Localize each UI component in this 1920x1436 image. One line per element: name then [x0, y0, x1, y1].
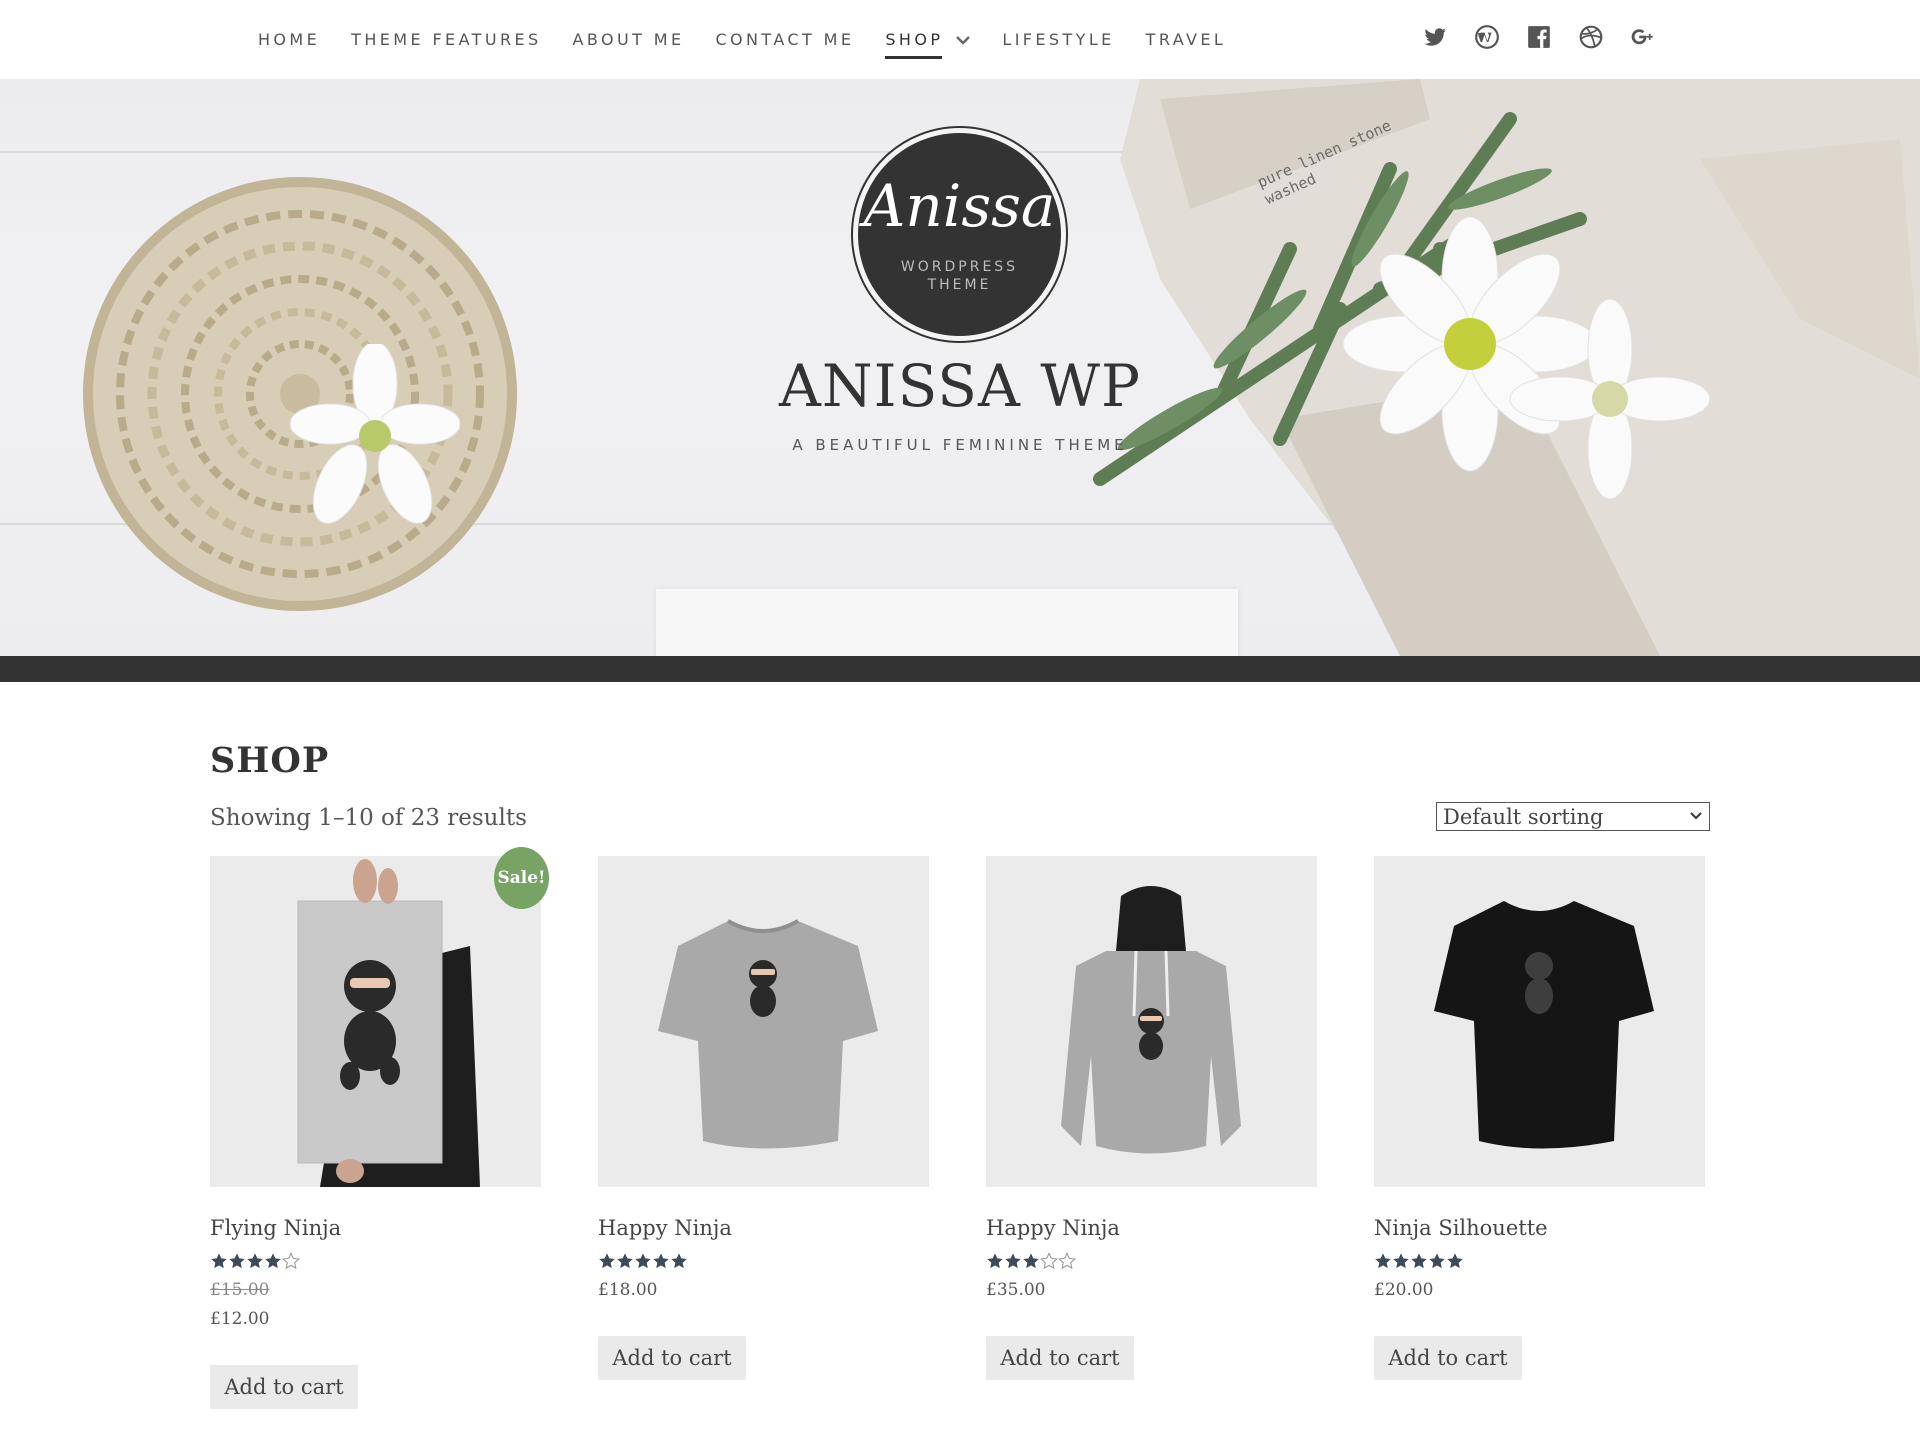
- black-tshirt-image: [1374, 856, 1705, 1187]
- nav-item-label: CONTACT ME: [715, 30, 855, 49]
- logo-subtitle: WORDPRESS THEME: [858, 258, 1061, 294]
- wordpress-icon[interactable]: [1472, 22, 1502, 52]
- nav-item-lifestyle[interactable]: LIFESTYLE: [1002, 30, 1114, 49]
- product-image[interactable]: [1374, 856, 1705, 1187]
- product-title[interactable]: Happy Ninja: [986, 1216, 1120, 1240]
- add-to-cart-button[interactable]: Add to cart: [210, 1365, 358, 1409]
- nav-item-about-me[interactable]: ABOUT ME: [573, 30, 685, 49]
- chevron-down-icon: [1690, 812, 1702, 820]
- star-filled-icon: [247, 1253, 263, 1269]
- star-filled-icon: [1005, 1253, 1021, 1269]
- google-plus-icon[interactable]: [1628, 22, 1658, 52]
- nav-item-label: SHOP: [885, 30, 944, 59]
- main-menu: HOME THEME FEATURES ABOUT ME CONTACT ME …: [258, 0, 1257, 79]
- hero-bottom-bar: [0, 656, 1920, 682]
- star-filled-icon: [671, 1253, 687, 1269]
- sort-dropdown[interactable]: Default sorting: [1436, 802, 1710, 831]
- star-filled-icon: [1393, 1253, 1409, 1269]
- star-empty-icon: [1058, 1252, 1076, 1270]
- site-title[interactable]: ANISSA WP: [660, 352, 1260, 420]
- product-image[interactable]: [986, 856, 1317, 1187]
- dribbble-icon[interactable]: [1576, 22, 1606, 52]
- product-card: Flying Ninja £15.00 £12.00 Add to cart: [210, 856, 541, 1409]
- top-navigation-bar: HOME THEME FEATURES ABOUT ME CONTACT ME …: [0, 0, 1920, 79]
- star-filled-icon: [265, 1253, 281, 1269]
- flower-bouquet-image: [1093, 112, 1711, 500]
- sale-badge: Sale!: [494, 847, 549, 909]
- star-filled-icon: [617, 1253, 633, 1269]
- nav-item-label: TRAVEL: [1145, 30, 1227, 49]
- star-empty-icon: [282, 1252, 300, 1270]
- product-price: £20.00: [1374, 1280, 1434, 1300]
- chevron-down-icon[interactable]: [955, 34, 971, 46]
- star-rating: [986, 1252, 1076, 1270]
- product-price: £35.00: [986, 1280, 1046, 1300]
- logo-subtitle-line: WORDPRESS: [900, 259, 1019, 275]
- logo-subtitle-line: THEME: [927, 277, 992, 293]
- add-to-cart-button[interactable]: Add to cart: [986, 1336, 1134, 1380]
- grey-tshirt-image: [598, 856, 929, 1187]
- star-filled-icon: [211, 1253, 227, 1269]
- nav-item-home[interactable]: HOME: [258, 30, 320, 49]
- product-price: £18.00: [598, 1280, 658, 1300]
- star-filled-icon: [599, 1253, 615, 1269]
- star-filled-icon: [1375, 1253, 1391, 1269]
- star-rating: [210, 1252, 300, 1270]
- add-to-cart-button[interactable]: Add to cart: [1374, 1336, 1522, 1380]
- product-title[interactable]: Flying Ninja: [210, 1216, 341, 1240]
- nav-item-label: ABOUT ME: [572, 30, 685, 49]
- site-tagline: A BEAUTIFUL FEMININE THEME: [792, 436, 1128, 454]
- nav-item-contact-me[interactable]: CONTACT ME: [715, 30, 854, 49]
- twitter-icon[interactable]: [1420, 22, 1450, 52]
- daisy-flower-image: [290, 344, 460, 524]
- nav-item-shop[interactable]: SHOP: [885, 30, 971, 59]
- star-filled-icon: [1023, 1253, 1039, 1269]
- star-filled-icon: [229, 1253, 245, 1269]
- star-filled-icon: [1411, 1253, 1427, 1269]
- nav-item-label: HOME: [258, 30, 321, 49]
- star-empty-icon: [1040, 1252, 1058, 1270]
- logo-script-text: Anissa: [863, 172, 1056, 240]
- product-card: Happy Ninja £35.00 Add to cart: [986, 856, 1317, 1380]
- nav-item-label: THEME FEATURES: [351, 30, 542, 49]
- star-rating: [1374, 1252, 1464, 1270]
- product-title[interactable]: Ninja Silhouette: [1374, 1216, 1548, 1240]
- star-rating: [598, 1252, 688, 1270]
- star-filled-icon: [987, 1253, 1003, 1269]
- product-title[interactable]: Happy Ninja: [598, 1216, 732, 1240]
- nav-item-label: LIFESTYLE: [1002, 30, 1115, 49]
- star-filled-icon: [635, 1253, 651, 1269]
- grey-hoodie-image: [986, 856, 1317, 1187]
- star-filled-icon: [1447, 1253, 1463, 1269]
- facebook-icon[interactable]: [1524, 22, 1554, 52]
- product-card: Ninja Silhouette £20.00 Add to cart: [1374, 856, 1705, 1380]
- page-title: SHOP: [210, 740, 330, 781]
- product-price-original: £15.00: [210, 1280, 270, 1300]
- nav-item-travel[interactable]: TRAVEL: [1146, 30, 1227, 49]
- nav-item-theme-features[interactable]: THEME FEATURES: [351, 30, 541, 49]
- star-filled-icon: [653, 1253, 669, 1269]
- product-image[interactable]: [598, 856, 929, 1187]
- sort-selected-value: Default sorting: [1443, 804, 1604, 829]
- result-count: Showing 1–10 of 23 results: [210, 805, 527, 831]
- star-filled-icon: [1429, 1253, 1445, 1269]
- social-links: [1420, 22, 1680, 52]
- product-price: £12.00: [210, 1309, 270, 1329]
- paper-sheet-image: [656, 589, 1238, 656]
- ninja-poster-image: [210, 856, 541, 1187]
- add-to-cart-button[interactable]: Add to cart: [598, 1336, 746, 1380]
- product-card: Happy Ninja £18.00 Add to cart: [598, 856, 929, 1380]
- product-image[interactable]: [210, 856, 541, 1187]
